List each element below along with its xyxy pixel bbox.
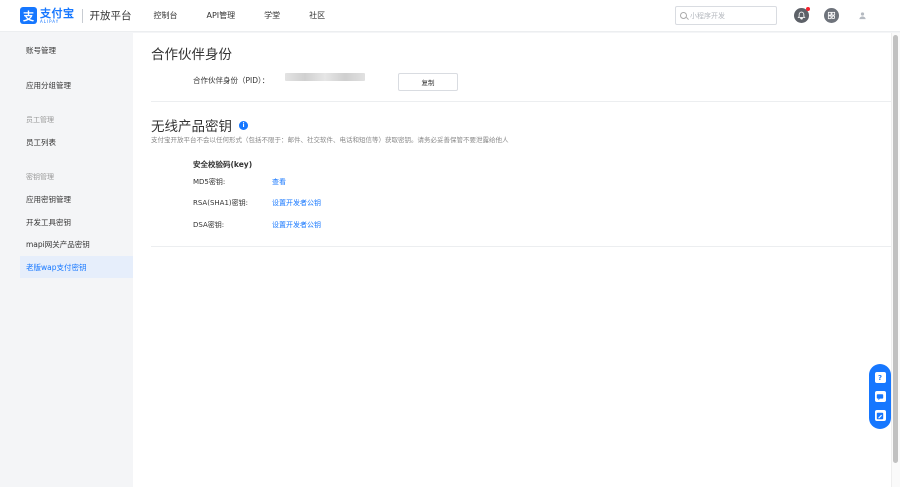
- dsa-key-label: DSA密钥:: [193, 221, 225, 229]
- security-notice: 支付宝开放平台不会以任何形式（包括不限于：邮件、社交软件、电话和短信等）获取密钥…: [151, 136, 509, 144]
- logo-divider: [81, 8, 83, 23]
- alipay-logo-icon: 支: [20, 7, 37, 24]
- pid-value-masked: [285, 73, 365, 81]
- sidebar-item-app-keys[interactable]: 应用密钥管理: [20, 188, 133, 210]
- user-avatar-icon[interactable]: [855, 8, 870, 23]
- sidebar-item-wap-keys[interactable]: 老版wap支付密钥: [20, 256, 133, 278]
- notification-dot: [806, 7, 810, 11]
- rsa-set-public-key-link[interactable]: 设置开发者公钥: [272, 198, 321, 208]
- platform-title: 开放平台: [89, 10, 132, 22]
- nav-api-management[interactable]: API管理: [207, 10, 236, 21]
- copy-pid-button[interactable]: 复制: [398, 73, 458, 91]
- app-center-icon[interactable]: [824, 8, 839, 23]
- bell-icon: [797, 11, 806, 20]
- nav-console[interactable]: 控制台: [154, 10, 178, 21]
- md5-view-link[interactable]: 查看: [272, 177, 286, 187]
- feedback-icon[interactable]: [874, 410, 886, 421]
- dsa-set-public-key-link[interactable]: 设置开发者公钥: [272, 220, 321, 230]
- alipay-logo[interactable]: 支 支付宝 ALIPAY 开放平台: [20, 0, 132, 32]
- partner-section-title: 合作伙伴身份: [151, 47, 232, 63]
- sidebar-group-keys: 密钥管理: [26, 173, 54, 181]
- sidebar-item-staff-list[interactable]: 员工列表: [20, 131, 133, 153]
- sidebar: 账号管理 应用分组管理 员工管理 员工列表 密钥管理 应用密钥管理 开发工具密钥…: [0, 33, 133, 487]
- grid-icon: [827, 11, 836, 20]
- wireless-section-title: 无线产品密钥: [151, 119, 232, 135]
- feedback-edit-icon: [876, 412, 884, 419]
- logo-cn-text: 支付宝: [40, 6, 75, 20]
- pid-label: 合作伙伴身份（PID）：: [193, 76, 270, 85]
- section-divider-bottom: [151, 246, 891, 247]
- scrollbar-thumb[interactable]: [893, 35, 898, 463]
- sidebar-item-mapi-keys[interactable]: mapi网关产品密钥: [20, 233, 133, 255]
- nav-academy[interactable]: 学堂: [264, 10, 280, 21]
- notification-bell-icon[interactable]: [794, 7, 810, 23]
- chat-bubble-icon: [876, 393, 884, 400]
- user-icon: [859, 12, 866, 20]
- sidebar-group-staff: 员工管理: [26, 116, 54, 124]
- sidebar-item-account[interactable]: 账号管理: [20, 39, 133, 61]
- chat-icon[interactable]: [874, 391, 886, 402]
- search-icon: [680, 12, 687, 19]
- rsa-key-label: RSA(SHA1)密钥:: [193, 199, 248, 207]
- search-box[interactable]: [675, 6, 777, 25]
- md5-key-label: MD5密钥:: [193, 178, 226, 186]
- main-content: 合作伙伴身份 合作伙伴身份（PID）： 复制 无线产品密钥 i 支付宝开放平台不…: [133, 33, 891, 487]
- sidebar-item-devtool-keys[interactable]: 开发工具密钥: [20, 211, 133, 233]
- search-input[interactable]: [690, 11, 770, 20]
- sidebar-item-app-groups[interactable]: 应用分组管理: [20, 74, 133, 96]
- section-divider: [151, 101, 891, 102]
- info-icon[interactable]: i: [239, 121, 248, 130]
- key-section-header: 安全校验码(key): [193, 160, 253, 169]
- logo-en-text: ALIPAY: [40, 18, 60, 24]
- nav-community[interactable]: 社区: [309, 10, 325, 21]
- main-nav: 控制台 API管理 学堂 社区: [154, 0, 355, 32]
- floating-help-bar: ?: [869, 364, 891, 429]
- help-question-icon[interactable]: ?: [874, 372, 886, 383]
